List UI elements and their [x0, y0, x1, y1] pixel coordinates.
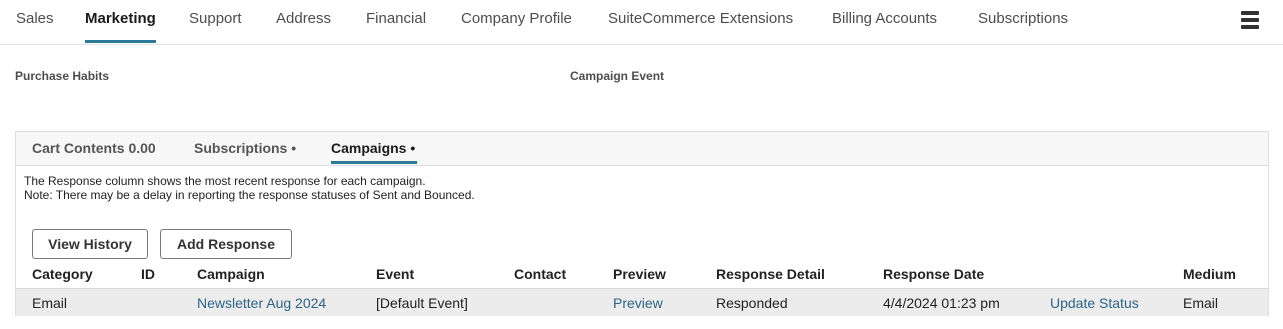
cell-response-detail: Responded — [716, 295, 788, 311]
tab-subscriptions[interactable]: Subscriptions — [978, 10, 1068, 27]
tab-marketing[interactable]: Marketing — [85, 10, 156, 27]
add-response-button[interactable]: Add Response — [160, 229, 292, 259]
subtab-bar: Cart Contents 0.00 Subscriptions • Campa… — [16, 132, 1268, 166]
cell-medium: Email — [1183, 295, 1219, 311]
main-tab-bar: Sales Marketing Support Address Financia… — [0, 0, 1283, 45]
subtab-panel: Cart Contents 0.00 Subscriptions • Campa… — [15, 131, 1269, 316]
column-header-event: Event — [376, 266, 415, 282]
column-header-campaign: Campaign — [197, 266, 265, 282]
cell-response-date: 4/4/2024 01:23 pm — [883, 295, 1000, 311]
column-header-medium: Medium — [1183, 266, 1236, 282]
active-subtab-indicator — [331, 161, 417, 164]
tab-company-profile[interactable]: Company Profile — [461, 10, 572, 27]
column-header-contact: Contact — [514, 266, 567, 282]
tab-suitecommerce-extensions[interactable]: SuiteCommerce Extensions — [608, 10, 793, 27]
column-header-response-date: Response Date — [883, 266, 985, 282]
view-history-button[interactable]: View History — [32, 229, 148, 259]
subtab-subscriptions[interactable]: Subscriptions • — [194, 140, 296, 156]
cell-category: Email — [32, 295, 68, 311]
campaign-link[interactable]: Newsletter Aug 2024 — [197, 295, 326, 311]
column-header-response-detail: Response Detail — [716, 266, 825, 282]
tab-financial[interactable]: Financial — [366, 10, 426, 27]
list-icon[interactable] — [1241, 11, 1259, 29]
update-status-link[interactable]: Update Status — [1050, 295, 1139, 311]
response-note: The Response column shows the most recen… — [24, 174, 426, 188]
subtab-cart-contents[interactable]: Cart Contents 0.00 — [32, 140, 156, 156]
tab-support[interactable]: Support — [189, 10, 242, 27]
preview-link[interactable]: Preview — [613, 295, 663, 311]
active-tab-indicator — [85, 40, 156, 43]
column-header-id: ID — [141, 266, 155, 282]
column-header-category: Category — [32, 266, 93, 282]
column-header-preview: Preview — [613, 266, 666, 282]
cell-event: [Default Event] — [376, 295, 468, 311]
campaign-event-label: Campaign Event — [570, 69, 665, 83]
purchase-habits-label: Purchase Habits — [15, 69, 110, 83]
subtab-campaigns[interactable]: Campaigns • — [331, 140, 415, 156]
tab-billing-accounts[interactable]: Billing Accounts — [832, 10, 937, 27]
delay-note: Note: There may be a delay in reporting … — [24, 188, 475, 202]
table-row: Email Newsletter Aug 2024 [Default Event… — [16, 288, 1268, 316]
tab-address[interactable]: Address — [276, 10, 331, 27]
tab-sales[interactable]: Sales — [16, 10, 54, 27]
